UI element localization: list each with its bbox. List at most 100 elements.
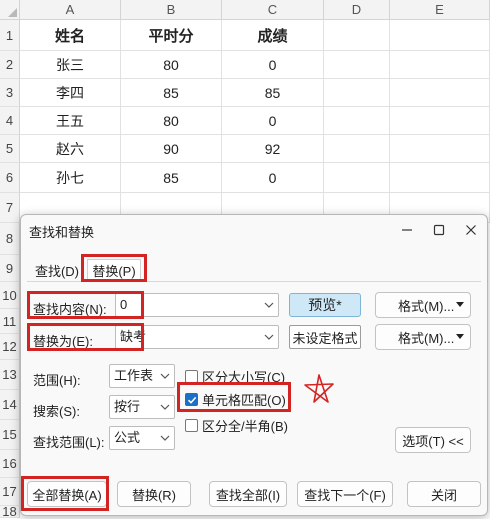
find-what-value[interactable]: 0 (120, 294, 127, 316)
cell-c5[interactable]: 92 (222, 135, 324, 163)
cell-d4[interactable] (324, 107, 390, 135)
row-header-9[interactable]: 9 (0, 255, 20, 282)
replace-with-label: 替换为(E): (33, 334, 93, 349)
cell-a5[interactable]: 赵六 (20, 135, 121, 163)
cell-c3[interactable]: 85 (222, 79, 324, 107)
row-header-7[interactable]: 7 (0, 193, 20, 223)
checkbox-box[interactable] (185, 370, 198, 383)
look-in-select[interactable]: 公式 (109, 426, 175, 450)
options-toggle-button[interactable]: 选项(T) << (395, 427, 471, 453)
row-header-6[interactable]: 6 (0, 163, 20, 193)
row-header-10[interactable]: 10 (0, 282, 20, 309)
cell-d1[interactable] (324, 20, 390, 51)
search-order-select[interactable]: 按行 (109, 395, 175, 419)
dialog-title: 查找和替换 (29, 225, 95, 240)
replace-format-preview: 未设定格式 (289, 325, 361, 349)
close-button[interactable]: 关闭 (407, 481, 481, 507)
cell-e5[interactable] (390, 135, 490, 163)
find-what-combo[interactable]: 0 (115, 293, 279, 317)
find-format-button[interactable]: 格式(M)... (375, 292, 471, 318)
cell-d6[interactable] (324, 163, 390, 193)
row-header-18[interactable]: 18 (0, 504, 20, 519)
cell-b3[interactable]: 85 (121, 79, 222, 107)
scope-value: 工作表 (114, 368, 154, 383)
tab-find[interactable]: 查找(D) (31, 259, 83, 281)
match-case-label: 区分大小写(C) (202, 370, 286, 385)
cell-e2[interactable] (390, 51, 490, 79)
cell-e6[interactable] (390, 163, 490, 193)
cell-c2[interactable]: 0 (222, 51, 324, 79)
cell-d3[interactable] (324, 79, 390, 107)
cell-a2[interactable]: 张三 (20, 51, 121, 79)
row-header-5[interactable]: 5 (0, 135, 20, 163)
cell-a4[interactable]: 王五 (20, 107, 121, 135)
dialog-titlebar[interactable]: 查找和替换 (21, 215, 487, 245)
chevron-down-icon[interactable] (156, 396, 174, 418)
look-in-value: 公式 (114, 430, 141, 445)
find-what-label: 查找内容(N): (33, 302, 107, 317)
cell-a6[interactable]: 孙七 (20, 163, 121, 193)
cell-e1[interactable] (390, 20, 490, 51)
match-entire-cell-checkbox[interactable]: 单元格匹配(O) (185, 390, 286, 409)
replace-all-button[interactable]: 全部替换(A) (27, 481, 107, 507)
chevron-down-icon[interactable] (156, 365, 174, 387)
cell-e3[interactable] (390, 79, 490, 107)
chevron-down-icon[interactable] (156, 427, 174, 449)
row-header-4[interactable]: 4 (0, 107, 20, 135)
cell-c6[interactable]: 0 (222, 163, 324, 193)
search-order-label: 搜索(S): (33, 404, 80, 419)
maximize-icon[interactable] (427, 219, 451, 241)
scope-select[interactable]: 工作表 (109, 364, 175, 388)
row-header-14[interactable]: 14 (0, 390, 20, 420)
format-preview: 预览* (289, 293, 361, 317)
replace-button[interactable]: 替换(R) (117, 481, 191, 507)
replace-with-combo[interactable]: 缺考 (115, 325, 279, 349)
tab-divider (27, 281, 481, 282)
checkmark-icon[interactable] (185, 393, 198, 406)
row-header-11[interactable]: 11 (0, 309, 20, 334)
cell-a1[interactable]: 姓名 (20, 20, 121, 51)
chevron-down-icon[interactable] (260, 326, 278, 348)
row-header-16[interactable]: 16 (0, 450, 20, 478)
match-entire-cell-label: 单元格匹配(O) (202, 393, 286, 408)
cell-b2[interactable]: 80 (121, 51, 222, 79)
cell-b6[interactable]: 85 (121, 163, 222, 193)
column-header-d[interactable]: D (324, 0, 390, 20)
cell-c1[interactable]: 成绩 (222, 20, 324, 51)
caret-down-icon (456, 302, 464, 307)
cell-d5[interactable] (324, 135, 390, 163)
chevron-down-icon[interactable] (260, 294, 278, 316)
close-icon[interactable] (459, 219, 483, 241)
row-header-1[interactable]: 1 (0, 20, 20, 51)
cell-c4[interactable]: 0 (222, 107, 324, 135)
find-replace-dialog: 查找和替换 查找(D) 替换(P) 查找内容(N): 0 预览* 格式(M)..… (20, 214, 488, 516)
find-all-button[interactable]: 查找全部(I) (209, 481, 287, 507)
column-header-c[interactable]: C (222, 0, 324, 20)
cell-d2[interactable] (324, 51, 390, 79)
column-header-e[interactable]: E (390, 0, 490, 20)
row-header-8[interactable]: 8 (0, 223, 20, 255)
row-header-17[interactable]: 17 (0, 478, 20, 506)
column-header-b[interactable]: B (121, 0, 222, 20)
replace-format-button[interactable]: 格式(M)... (375, 324, 471, 350)
row-header-2[interactable]: 2 (0, 51, 20, 79)
row-header-3[interactable]: 3 (0, 79, 20, 107)
minimize-icon[interactable] (395, 219, 419, 241)
row-header-12[interactable]: 12 (0, 334, 20, 360)
match-case-checkbox[interactable]: 区分大小写(C) (185, 367, 285, 386)
cell-b1[interactable]: 平时分 (121, 20, 222, 51)
cell-b4[interactable]: 80 (121, 107, 222, 135)
row-header-15[interactable]: 15 (0, 420, 20, 450)
cell-b5[interactable]: 90 (121, 135, 222, 163)
checkbox-box[interactable] (185, 419, 198, 432)
search-order-value: 按行 (114, 399, 141, 414)
find-next-button[interactable]: 查找下一个(F) (297, 481, 393, 507)
cell-a3[interactable]: 李四 (20, 79, 121, 107)
column-header-a[interactable]: A (20, 0, 121, 20)
row-header-13[interactable]: 13 (0, 360, 20, 390)
cell-e4[interactable] (390, 107, 490, 135)
replace-with-value[interactable]: 缺考 (120, 326, 146, 348)
select-all-corner[interactable] (0, 0, 20, 20)
tab-replace[interactable]: 替换(P) (87, 259, 141, 281)
match-width-checkbox[interactable]: 区分全/半角(B) (185, 416, 288, 435)
